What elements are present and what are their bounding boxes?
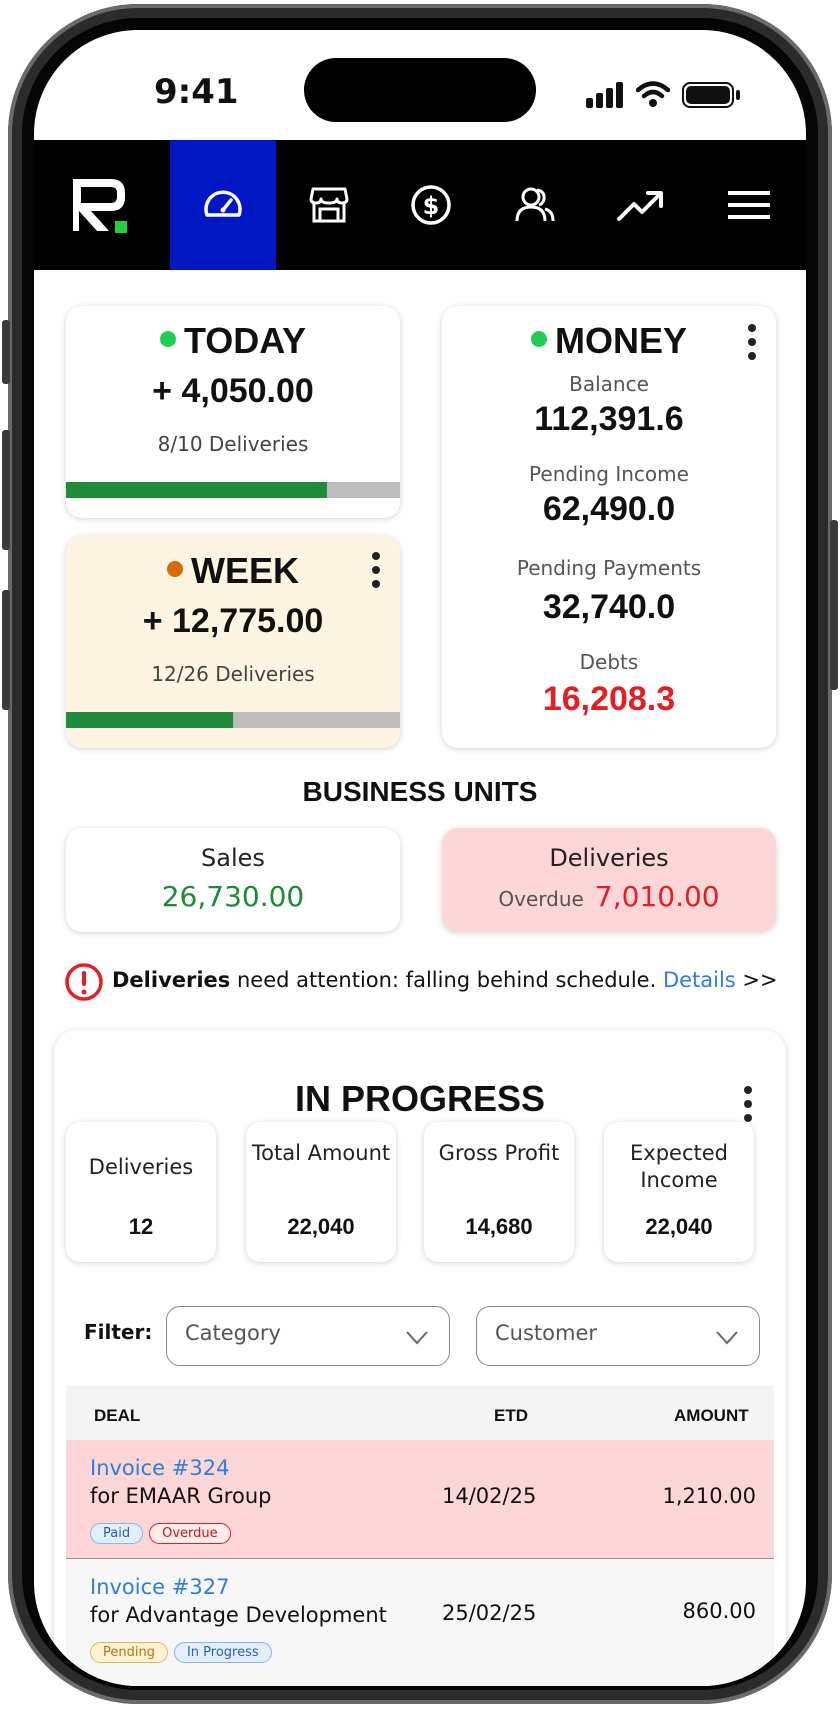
filter-label: Filter: — [84, 1320, 153, 1344]
table-header — [66, 1386, 774, 1440]
phone-volume-up — [2, 430, 10, 550]
nav-dashboard[interactable] — [188, 170, 258, 240]
details-link[interactable]: Details — [663, 968, 736, 992]
business-units-heading: BUSINESS UNITS — [302, 776, 538, 807]
phone-power-button — [830, 520, 838, 690]
row-amount: 1,210.00 — [662, 1484, 756, 1508]
overdue-label: Overdue — [498, 887, 584, 911]
chevron-down-icon — [716, 1331, 738, 1345]
today-progress-fill — [66, 482, 327, 498]
phone-volume-down — [2, 590, 10, 710]
week-card[interactable]: WEEK + 12,775.00 12/26 Deliveries — [66, 536, 400, 748]
week-progress-fill — [66, 712, 233, 728]
stat-gross-profit[interactable]: Gross Profit 14,680 — [424, 1122, 574, 1262]
today-progress-bar — [66, 482, 400, 498]
status-badge: Pending — [90, 1642, 168, 1663]
screen: 9:41 $ TODAY + 4,050.00 8/10 Deliveries … — [34, 30, 806, 1686]
nav-customers[interactable] — [500, 170, 570, 240]
table-row[interactable]: Invoice #327 for Advantage Development 2… — [66, 1559, 774, 1686]
dashboard-gauge-icon — [204, 190, 242, 217]
menu-icon — [728, 191, 770, 219]
today-title: TODAY — [183, 320, 307, 361]
today-amount: + 4,050.00 — [152, 372, 314, 410]
nav-store[interactable] — [294, 170, 364, 240]
money-title: MONEY — [554, 320, 687, 361]
dollar-icon: $ — [411, 185, 451, 225]
signal-icon — [586, 82, 623, 108]
money-more-icon[interactable] — [742, 324, 762, 360]
money-status-dot — [530, 331, 547, 348]
pending-income-value: 62,490.0 — [542, 490, 676, 528]
money-card[interactable]: MONEY Balance 112,391.6 Pending Income 6… — [442, 306, 776, 748]
week-more-icon[interactable] — [366, 552, 386, 588]
sales-value: 26,730.00 — [161, 880, 305, 913]
week-deliveries: 12/26 Deliveries — [151, 662, 315, 686]
nav-analytics[interactable] — [606, 170, 676, 240]
customer-select[interactable]: Customer — [476, 1306, 760, 1366]
row-customer: for Advantage Development — [90, 1603, 387, 1627]
status-time: 9:41 — [154, 72, 239, 112]
app-logo[interactable] — [66, 170, 136, 240]
users-icon — [515, 187, 555, 222]
svg-text:$: $ — [423, 192, 440, 220]
overdue-value: 7,010.00 — [594, 880, 720, 913]
alert-bold: Deliveries — [112, 968, 231, 992]
store-icon — [309, 187, 349, 223]
battery-icon — [682, 82, 740, 108]
week-title: WEEK — [191, 550, 299, 591]
stat-expected-income[interactable]: Expected Income 22,040 — [604, 1122, 754, 1262]
week-status-dot — [167, 561, 183, 578]
row-amount: 860.00 — [682, 1599, 756, 1623]
balance-value: 112,391.6 — [534, 400, 684, 438]
nav-finance[interactable]: $ — [396, 170, 466, 240]
week-progress-bar — [66, 712, 400, 728]
pending-payments-label: Pending Payments — [516, 556, 702, 580]
status-badge: Overdue — [149, 1523, 231, 1544]
alert-text: need attention: falling behind schedule. — [230, 968, 663, 992]
logo-icon — [73, 179, 127, 233]
alert-icon — [65, 963, 103, 1001]
alert-message: Deliveries need attention: falling behin… — [112, 968, 802, 992]
col-etd[interactable]: ETD — [494, 1406, 528, 1426]
pending-payments-value: 32,740.0 — [542, 588, 676, 626]
dynamic-island — [304, 58, 536, 122]
table-row[interactable]: Invoice #324 for EMAAR Group 14/02/25 1,… — [66, 1440, 774, 1558]
status-badge: In Progress — [173, 1642, 272, 1663]
balance-label: Balance — [569, 372, 649, 396]
row-etd: 25/02/25 — [442, 1601, 537, 1625]
row-customer: for EMAAR Group — [90, 1484, 272, 1508]
phone-mute-switch — [2, 320, 10, 384]
stat-total-amount[interactable]: Total Amount 22,040 — [246, 1122, 396, 1262]
nav-menu[interactable] — [714, 170, 784, 240]
trend-up-icon — [617, 191, 663, 221]
today-deliveries: 8/10 Deliveries — [157, 432, 309, 456]
in-progress-more-icon[interactable] — [738, 1086, 758, 1122]
alert-suffix: >> — [735, 968, 778, 992]
sales-unit-card[interactable]: Sales 26,730.00 — [66, 828, 400, 932]
today-status-dot — [159, 331, 176, 348]
category-select[interactable]: Category — [166, 1306, 450, 1366]
stat-deliveries[interactable]: Deliveries 12 — [66, 1122, 216, 1262]
deliveries-label: Deliveries — [549, 844, 669, 872]
today-card[interactable]: TODAY + 4,050.00 8/10 Deliveries — [66, 306, 400, 518]
in-progress-heading: IN PROGRESS — [294, 1078, 546, 1119]
col-amount[interactable]: AMOUNT — [674, 1406, 749, 1426]
invoice-link[interactable]: Invoice #324 — [90, 1456, 229, 1480]
debts-value: 16,208.3 — [542, 680, 676, 718]
debts-label: Debts — [579, 650, 639, 674]
chevron-down-icon — [406, 1331, 428, 1345]
week-amount: + 12,775.00 — [142, 602, 324, 640]
wifi-icon — [636, 81, 670, 107]
status-badge: Paid — [90, 1523, 144, 1544]
pending-income-label: Pending Income — [529, 462, 689, 486]
sales-label: Sales — [201, 844, 265, 872]
deliveries-unit-card[interactable]: Deliveries Overdue 7,010.00 — [442, 828, 776, 932]
row-etd: 14/02/25 — [442, 1484, 537, 1508]
invoice-link[interactable]: Invoice #327 — [90, 1575, 229, 1599]
col-deal[interactable]: DEAL — [94, 1406, 140, 1426]
